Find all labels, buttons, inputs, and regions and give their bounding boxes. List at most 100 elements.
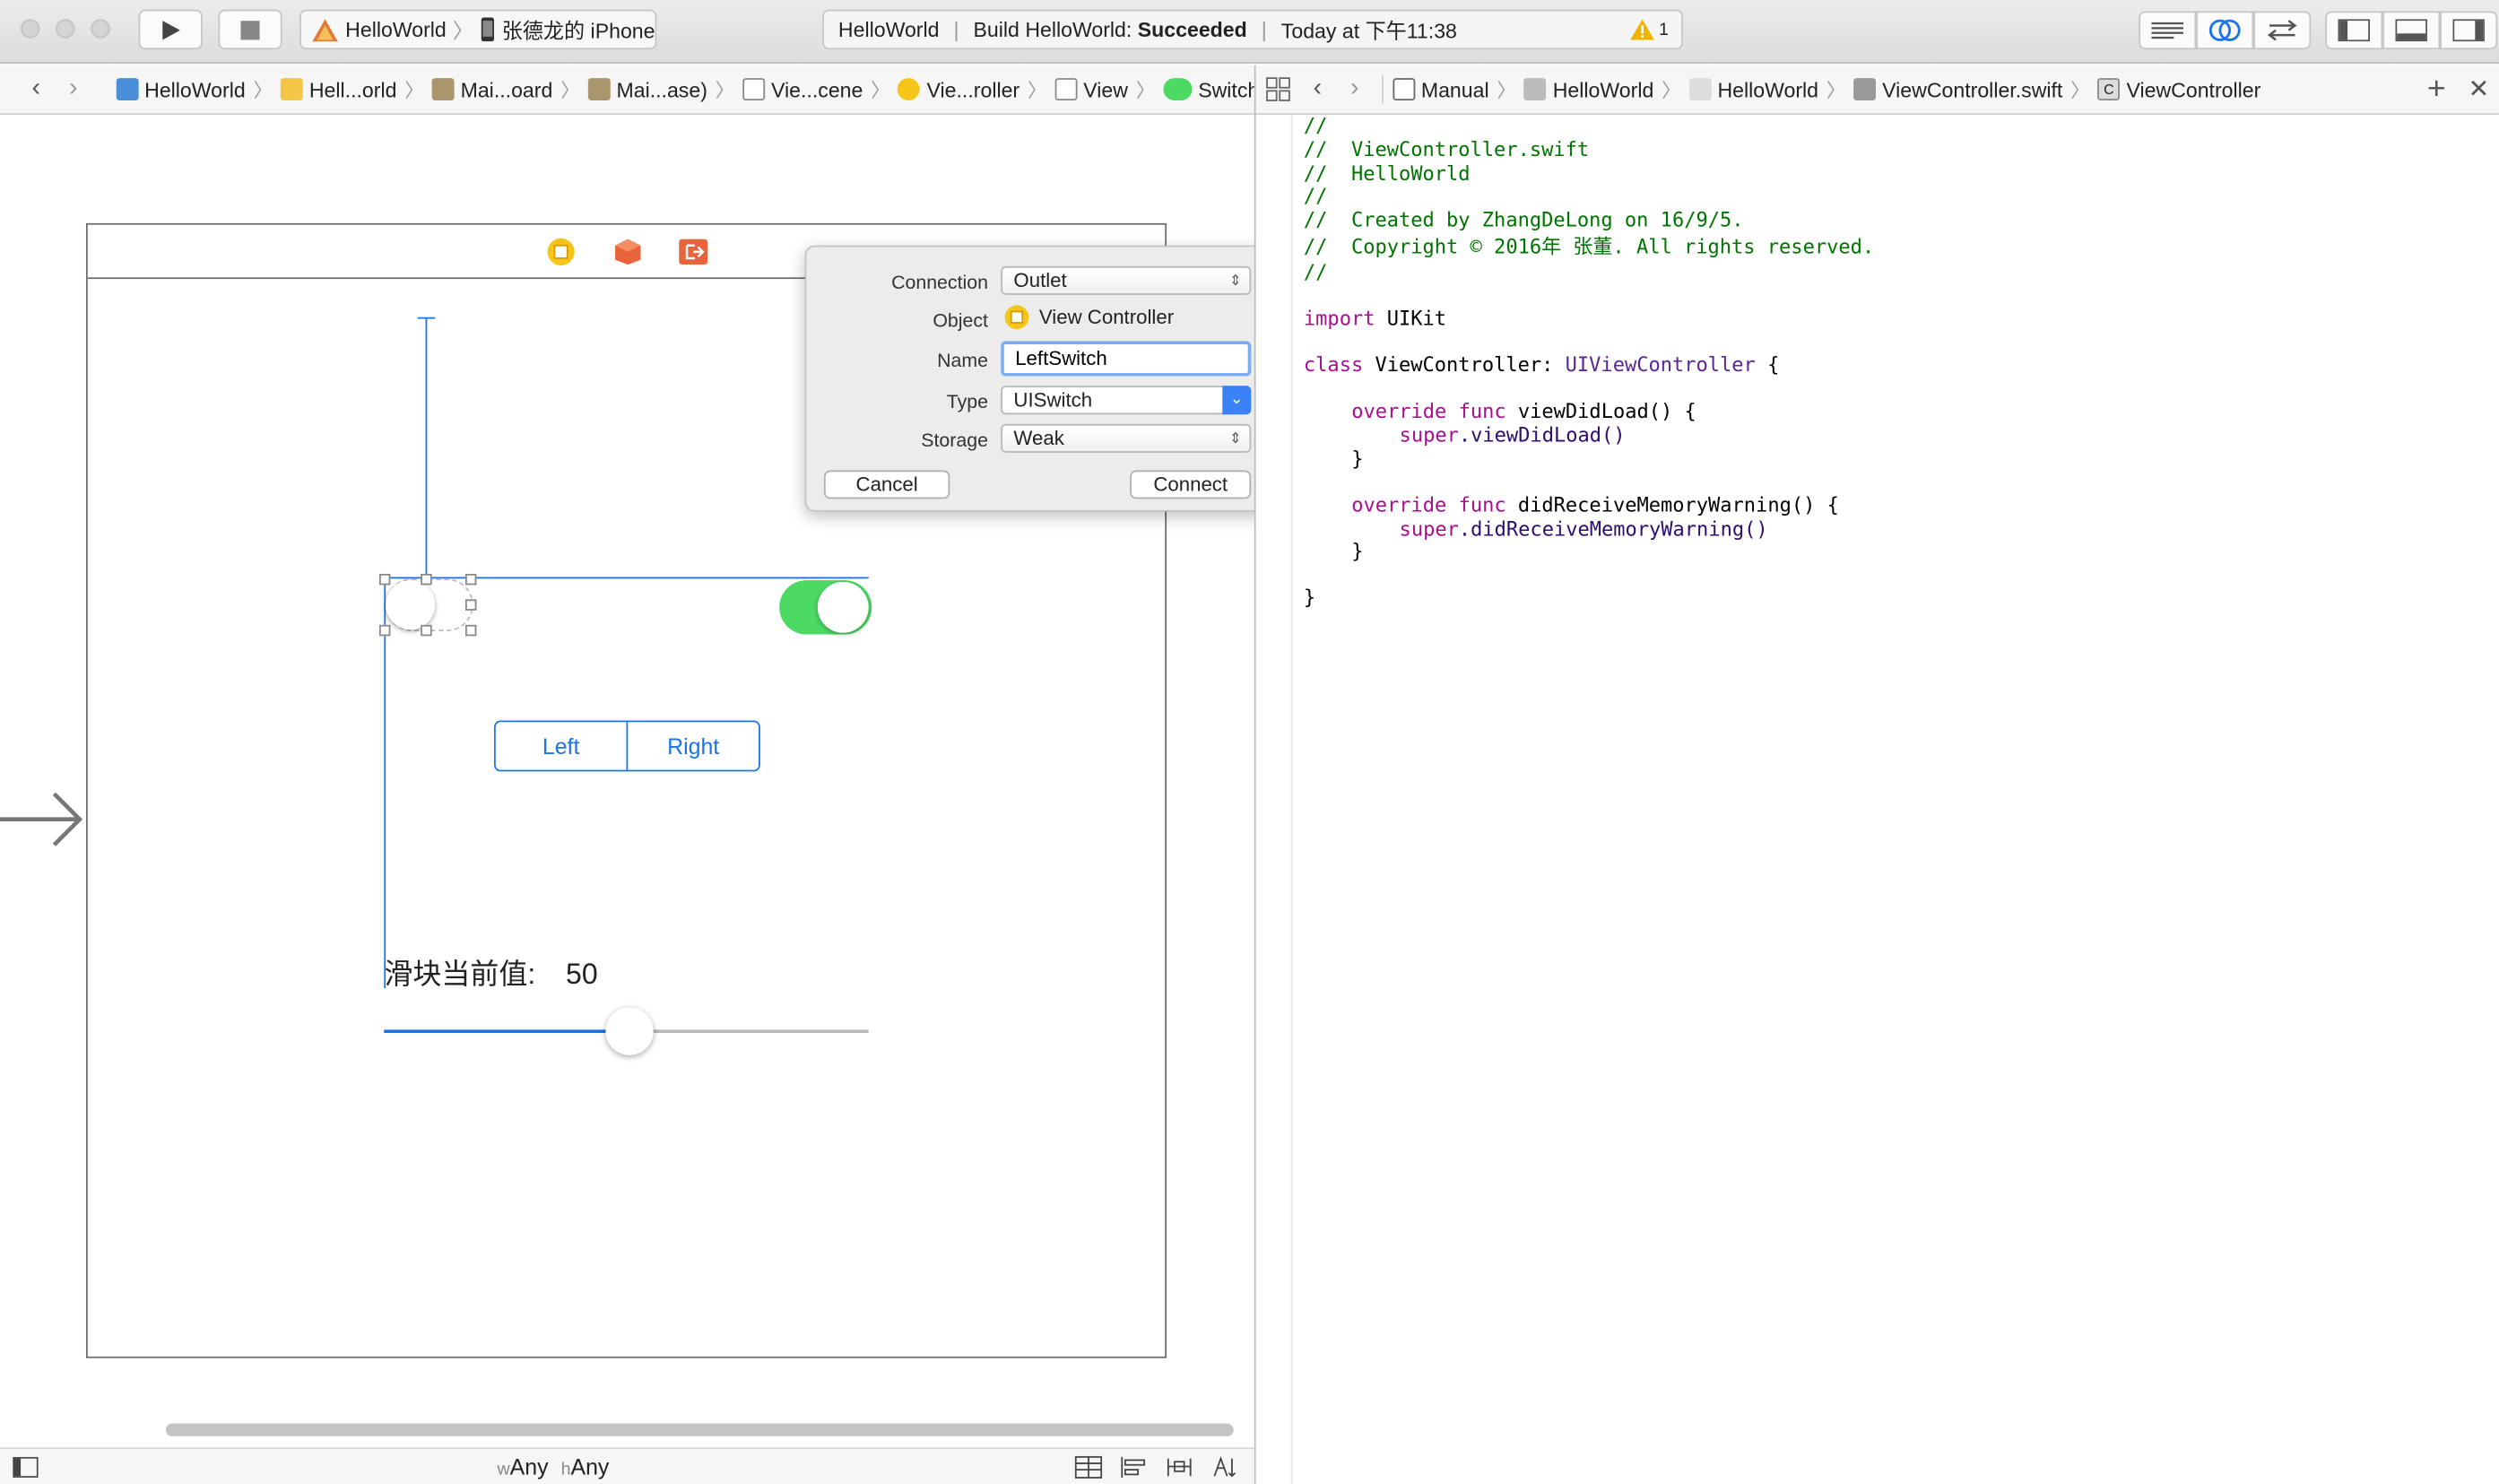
horizontal-constraint-line <box>384 577 869 579</box>
resolve-issues-icon[interactable] <box>1211 1455 1240 1480</box>
connection-value: Outlet <box>1013 269 1067 292</box>
minimize-window-button[interactable] <box>56 19 75 39</box>
switch-knob <box>817 581 869 633</box>
run-button[interactable] <box>138 9 203 50</box>
resize-handle[interactable] <box>465 599 477 611</box>
storage-popup[interactable]: Weak ⇕ <box>1001 423 1252 453</box>
crumb-label: View <box>1083 77 1128 101</box>
scheme-target: HelloWorld <box>345 17 447 42</box>
add-editor-icon[interactable]: + <box>2427 71 2446 108</box>
lines-icon <box>2151 21 2184 39</box>
version-editor-button[interactable] <box>2253 11 2312 50</box>
folder-icon <box>280 78 303 100</box>
code-editor[interactable]: // // ViewController.swift // HelloWorld… <box>1294 113 2499 1484</box>
segment-left[interactable]: Left <box>496 722 629 770</box>
document-outline-toggle-icon[interactable] <box>13 1456 39 1478</box>
code-line: // HelloWorld <box>1303 161 1471 186</box>
crumb-storyboard[interactable]: Mai...oard <box>431 77 552 101</box>
right-switch[interactable] <box>779 580 872 635</box>
pin-icon[interactable] <box>1165 1455 1193 1480</box>
stack-icon[interactable] <box>1074 1455 1103 1480</box>
activity-viewer: HelloWorld | Build HelloWorld: Succeeded… <box>822 9 1683 50</box>
crumb-view-controller[interactable]: Vie...roller <box>898 77 1020 101</box>
code-line: // <box>1303 113 1328 137</box>
warning-indicator[interactable]: 1 <box>1630 19 1669 40</box>
project-icon <box>1523 78 1547 100</box>
view-controller-icon[interactable] <box>547 238 576 266</box>
resize-handle[interactable] <box>465 624 477 637</box>
segmented-control[interactable]: Left Right <box>493 720 760 772</box>
crumb-class[interactable]: C ViewController <box>2097 77 2260 101</box>
code-line: } <box>1303 585 1316 610</box>
resize-handle[interactable] <box>421 573 432 586</box>
code-line: class ViewController: UIViewController { <box>1304 352 1779 378</box>
crumb-folder[interactable]: HelloWorld <box>1688 77 1818 101</box>
up-down-chevron-icon: ⇕ <box>1229 272 1242 289</box>
vertical-constraint-line <box>425 318 428 579</box>
storyboard-icon <box>587 78 611 100</box>
crumb-manual[interactable]: Manual <box>1392 77 1489 101</box>
segment-right[interactable]: Right <box>628 722 759 769</box>
switch-icon <box>1163 78 1193 100</box>
code-keyword: super <box>1399 516 1459 541</box>
standard-editor-button[interactable] <box>2139 11 2197 50</box>
slider-fill <box>384 1029 627 1033</box>
scheme-selector[interactable]: HelloWorld 〉 张德龙的 iPhone <box>299 9 657 50</box>
align-icon[interactable] <box>1119 1455 1148 1480</box>
crumb-view[interactable]: View <box>1054 77 1128 101</box>
resize-handle[interactable] <box>421 624 432 637</box>
slider[interactable] <box>384 1007 869 1055</box>
forward-icon[interactable]: › <box>69 75 77 104</box>
first-responder-icon[interactable] <box>613 238 642 266</box>
toggle-utilities-button[interactable] <box>2440 11 2498 50</box>
chevron-down-icon[interactable]: ⌄ <box>1222 386 1252 415</box>
crumb-scene[interactable]: Vie...cene <box>742 77 863 101</box>
size-class-selector[interactable]: wAny hAny <box>498 1454 610 1479</box>
class-icon: C <box>2097 78 2121 100</box>
assistant-editor-button[interactable] <box>2196 11 2254 50</box>
related-items-icon[interactable] <box>1265 76 1290 101</box>
close-editor-icon[interactable]: ✕ <box>2468 74 2489 106</box>
type-combo-box[interactable]: UISwitch ⌄ <box>1001 386 1252 415</box>
left-switch[interactable] <box>386 578 473 631</box>
iphone-icon <box>481 17 495 42</box>
crumb-folder[interactable]: Hell...orld <box>280 77 396 101</box>
connection-label: Connection <box>891 271 988 294</box>
height-class-label: h <box>560 1460 571 1480</box>
resize-handle[interactable] <box>379 573 391 586</box>
close-window-button[interactable] <box>21 19 40 39</box>
toggle-navigator-button[interactable] <box>2325 11 2383 50</box>
exit-icon[interactable] <box>679 239 708 265</box>
back-icon[interactable]: ‹ <box>1314 75 1322 104</box>
cancel-button[interactable]: Cancel <box>823 470 950 499</box>
code-line: super.didReceiveMemoryWarning() <box>1399 516 1768 542</box>
crumb-label: Manual <box>1420 77 1489 101</box>
back-icon[interactable]: ‹ <box>32 75 40 104</box>
height-class-value: Any <box>570 1454 610 1480</box>
crumb-storyboard-base[interactable]: Mai...ase) <box>587 77 707 101</box>
crumb-switch[interactable]: Switch <box>1163 77 1254 101</box>
crumb-label: ViewController.swift <box>1882 77 2063 101</box>
swift-file-icon <box>1853 78 1877 100</box>
horizontal-scrollbar[interactable] <box>165 1423 1234 1436</box>
toggle-debug-area-button[interactable] <box>2382 11 2441 50</box>
resize-handle[interactable] <box>465 573 477 586</box>
code-keyword: import <box>1303 306 1375 330</box>
resize-handle[interactable] <box>379 624 391 637</box>
storyboard-icon <box>431 78 455 100</box>
slider-value-label: 滑块当前值: 50 <box>384 951 597 993</box>
crumb-swift-file[interactable]: ViewController.swift <box>1853 77 2062 101</box>
object-value: View Controller <box>1004 305 1174 330</box>
slider-thumb[interactable] <box>605 1007 654 1055</box>
slider-label-text: 滑块当前值: <box>384 958 536 990</box>
connection-popup[interactable]: Outlet ⇕ <box>1001 265 1252 295</box>
name-input[interactable]: LeftSwitch <box>1001 341 1252 377</box>
crumb-project[interactable]: HelloWorld <box>1523 77 1653 101</box>
stop-button[interactable] <box>218 9 282 50</box>
forward-icon[interactable]: › <box>1350 75 1358 104</box>
code-call: .didReceiveMemoryWarning() <box>1458 516 1768 541</box>
crumb-project[interactable]: HelloWorld <box>116 77 246 101</box>
code-line: } <box>1351 538 1364 563</box>
connect-button[interactable]: Connect <box>1130 470 1252 499</box>
zoom-window-button[interactable] <box>91 19 110 39</box>
